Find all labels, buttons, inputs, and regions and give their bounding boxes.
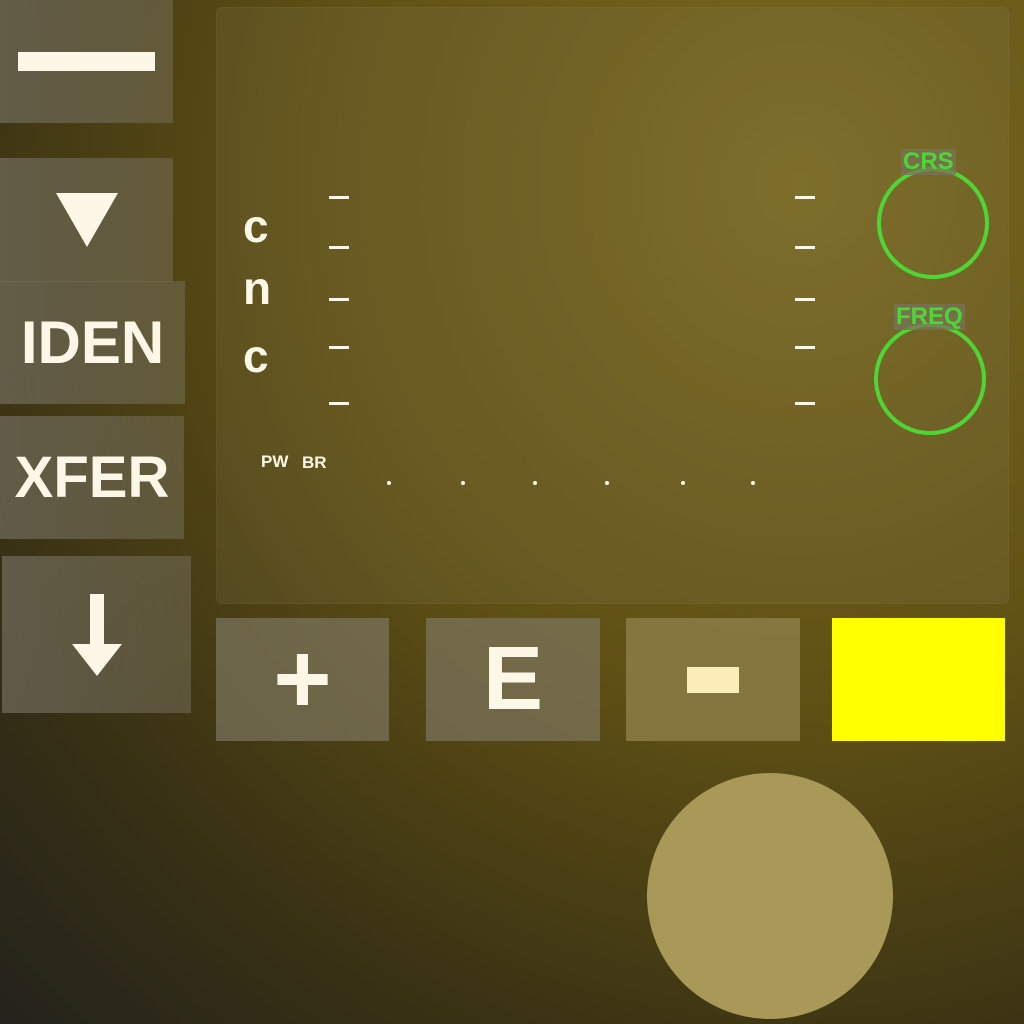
scale-dot xyxy=(751,481,755,485)
left-dash xyxy=(329,346,349,349)
freq-label: FREQ xyxy=(894,303,965,330)
right-dash xyxy=(795,298,815,301)
scale-dot xyxy=(681,481,685,485)
left-dash xyxy=(329,246,349,249)
down-triangle-icon xyxy=(55,193,118,247)
down-triangle-button[interactable] xyxy=(0,158,173,282)
right-dash xyxy=(795,246,815,249)
xfer-button[interactable]: XFER xyxy=(0,416,184,539)
pw-label: PW xyxy=(261,452,289,471)
xfer-label: XFER xyxy=(14,445,170,510)
right-dash xyxy=(795,402,815,405)
minus-small-button[interactable] xyxy=(626,618,800,741)
freq-knob[interactable] xyxy=(874,323,986,435)
minus-bar-icon xyxy=(18,52,155,71)
scale-dot xyxy=(461,481,465,485)
mode-letter: c xyxy=(243,200,269,252)
iden-label: IDEN xyxy=(20,309,165,376)
mode-letter: n xyxy=(243,262,272,314)
crs-knob[interactable] xyxy=(877,167,989,279)
joystick[interactable] xyxy=(647,773,893,1019)
e-button[interactable]: E xyxy=(426,618,600,741)
scale-dot xyxy=(605,481,609,485)
left-dash xyxy=(329,298,349,301)
iden-button[interactable]: IDEN xyxy=(0,281,185,404)
scale-dot xyxy=(387,481,391,485)
down-arrow-icon xyxy=(71,593,122,676)
radio-display xyxy=(216,7,1009,604)
minus-button[interactable] xyxy=(0,0,173,123)
right-dash xyxy=(795,346,815,349)
right-dash xyxy=(795,196,815,199)
crs-label: CRS xyxy=(901,148,956,175)
plus-button[interactable]: + xyxy=(216,618,389,741)
mode-letter: c xyxy=(243,330,269,382)
left-dash xyxy=(329,196,349,199)
yellow-button[interactable] xyxy=(832,618,1005,741)
left-dash xyxy=(329,402,349,405)
e-label: E xyxy=(482,629,544,729)
minus-icon xyxy=(687,666,739,693)
plus-label: + xyxy=(273,623,332,735)
scale-dot xyxy=(533,481,537,485)
br-label: BR xyxy=(302,453,327,472)
down-arrow-button[interactable] xyxy=(2,556,191,713)
